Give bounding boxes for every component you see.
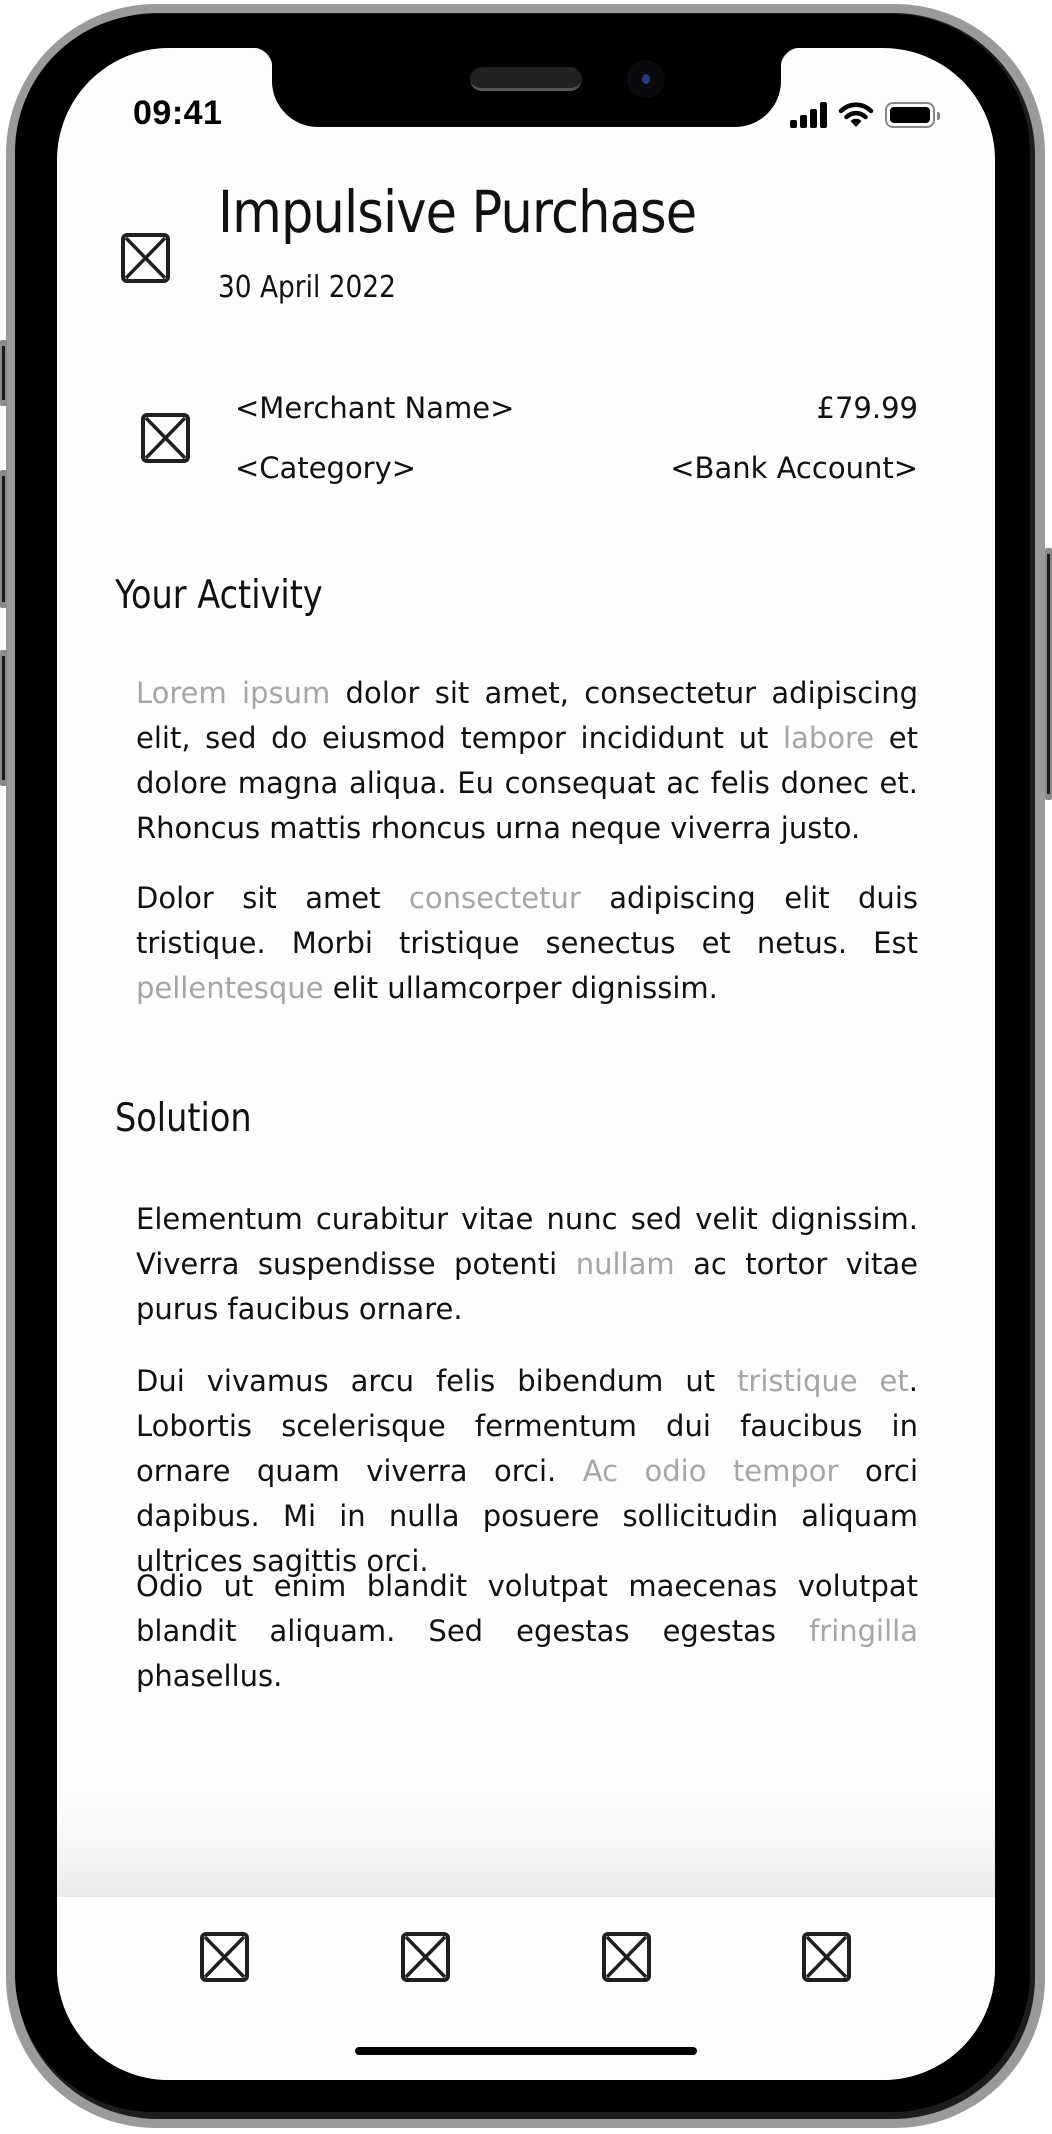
screen: 09:41 Impulsive Purchase 30 April 2022 <… [57,48,995,2080]
wifi-icon [838,102,874,127]
paragraph-text: phasellus. [136,1659,283,1693]
bank-account: <Bank Account> [670,451,918,485]
header-image-placeholder-icon [121,233,170,283]
transaction-category: <Category> [235,451,417,485]
transaction-amount: £79.99 [816,391,918,425]
tab-item-2-icon[interactable] [401,1932,450,1982]
volume-up-button [0,470,7,608]
volume-down-button [0,650,7,786]
silent-switch [0,340,7,406]
solution-paragraph: Dui vivamus arcu felis bibendum ut trist… [136,1359,918,1584]
tab-item-3-icon[interactable] [602,1932,651,1982]
battery-icon [885,102,940,128]
status-time: 09:41 [133,94,223,132]
speaker-grille [470,67,582,91]
solution-paragraph: Elementum curabitur vitae nunc sed velit… [136,1197,918,1332]
highlighted-text: tristique et [737,1364,909,1398]
highlighted-text: fringilla [809,1614,918,1648]
front-camera [627,60,665,98]
transaction-row-primary: <Merchant Name> £79.99 [235,391,918,425]
paragraph-text: Dolor sit amet [136,881,409,915]
highlighted-text: nullam [575,1247,675,1281]
transaction-row-secondary: <Category> <Bank Account> [235,451,918,485]
status-icons [790,100,940,128]
tab-item-4-icon[interactable] [802,1932,851,1982]
merchant-image-placeholder-icon [141,413,190,463]
home-indicator[interactable] [355,2047,697,2055]
merchant-name: <Merchant Name> [235,391,515,425]
tab-item-1-icon[interactable] [200,1932,249,1982]
cellular-signal-icon [790,102,827,128]
highlighted-text: pellentesque [136,971,324,1005]
activity-paragraph: Dolor sit amet consectetur adipiscing el… [136,876,918,1011]
activity-paragraph: Lorem ipsum dolor sit amet, consectetur … [136,671,918,851]
notch [252,48,801,127]
paragraph-text: elit ullamcorper dignissim. [323,971,718,1005]
highlighted-text: consectetur [408,881,581,915]
solution-paragraph: Odio ut enim blandit volutpat maecenas v… [136,1564,918,1699]
section-heading-activity: Your Activity [115,573,323,618]
highlighted-text: Lorem ipsum [136,676,331,710]
paragraph-text: Odio ut enim blandit volutpat maecenas v… [136,1569,918,1648]
power-button [1045,548,1052,800]
section-heading-solution: Solution [115,1096,252,1141]
highlighted-text: Ac odio tempor [582,1454,839,1488]
paragraph-text: Dui vivamus arcu felis bibendum ut [136,1364,738,1398]
tab-bar-shadow [57,1795,995,1897]
highlighted-text: labore [783,721,875,755]
page-title: Impulsive Purchase [218,178,697,246]
page-date: 30 April 2022 [218,270,396,305]
